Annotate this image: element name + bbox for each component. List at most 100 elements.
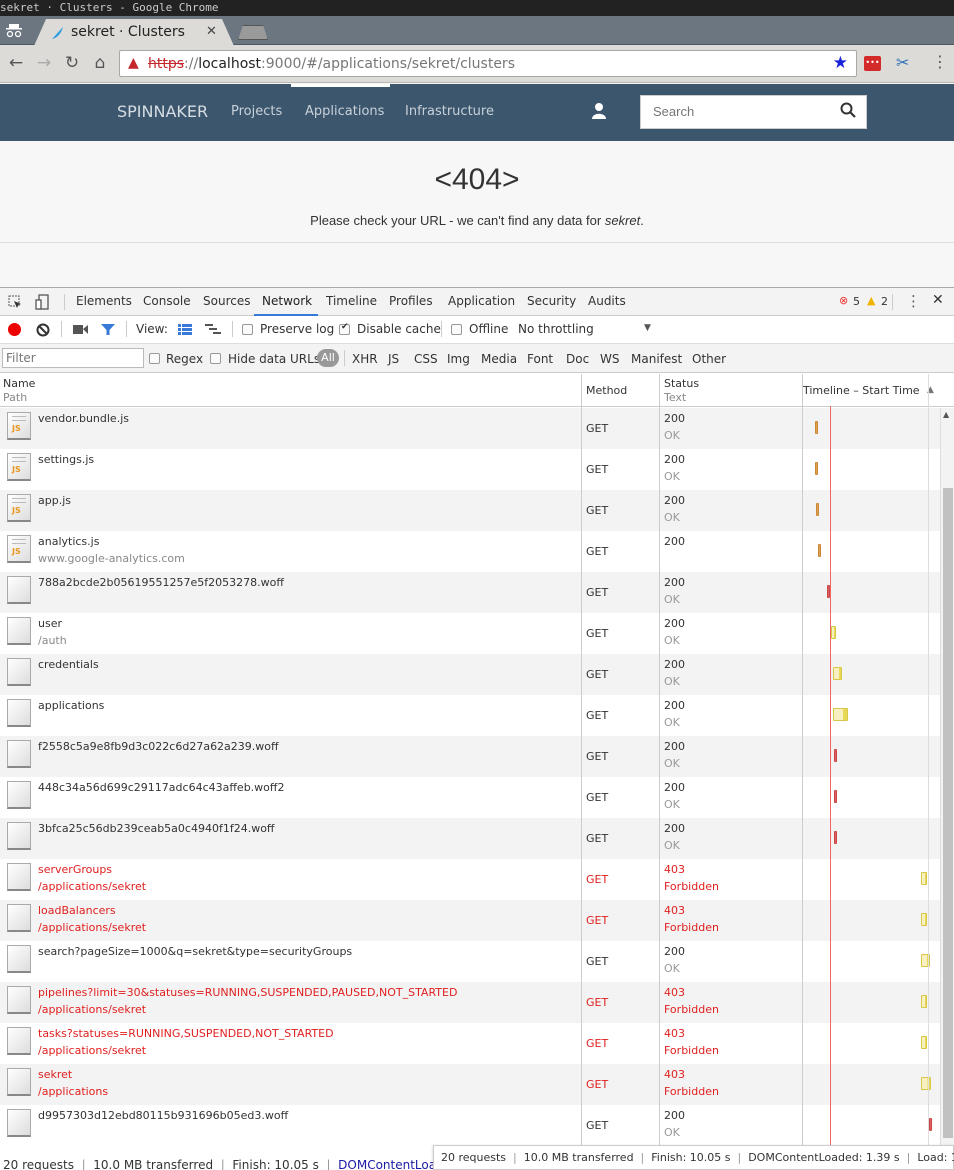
- devtools-tab-application[interactable]: Application: [448, 294, 515, 308]
- scroll-up-icon[interactable]: ▲: [943, 410, 949, 419]
- js-file-icon: JS: [7, 494, 31, 522]
- request-row[interactable]: JS app.js GET 200 OK: [0, 490, 940, 531]
- error-count[interactable]: 5: [853, 295, 860, 308]
- devtools-tab-timeline[interactable]: Timeline: [326, 294, 377, 308]
- request-row[interactable]: 448c34a56d699c29117adc64c43affeb.woff2 GE…: [0, 777, 940, 818]
- separator: [232, 321, 233, 337]
- home-icon[interactable]: ⌂: [90, 53, 110, 73]
- chrome-menu-icon[interactable]: ⋮: [932, 52, 948, 71]
- col-timeline-header[interactable]: Timeline – Start Time: [803, 384, 920, 397]
- devtools-tab-elements[interactable]: Elements: [76, 294, 132, 308]
- regex-checkbox[interactable]: [149, 353, 160, 364]
- throttling-select[interactable]: No throttling: [518, 322, 594, 336]
- scrollbar-thumb[interactable]: [943, 488, 953, 1138]
- request-row[interactable]: JS analytics.js www.google-analytics.com GE…: [0, 531, 940, 572]
- devtools-tab-sources[interactable]: Sources: [203, 294, 250, 308]
- request-row[interactable]: tasks?statuses=RUNNING,SUSPENDED,NOT_STA…: [0, 1023, 940, 1064]
- bookmark-star-icon[interactable]: ★: [833, 53, 848, 73]
- col-name-header[interactable]: Name: [3, 377, 35, 390]
- browser-tab-active[interactable]: sekret · Clusters ✕: [34, 19, 234, 46]
- request-row[interactable]: credentials GET 200 OK: [0, 654, 940, 695]
- new-tab-button[interactable]: [238, 25, 268, 40]
- device-toolbar-icon[interactable]: [35, 294, 49, 310]
- devtools-tab-audits[interactable]: Audits: [588, 294, 626, 308]
- reload-icon[interactable]: ↻: [62, 53, 82, 73]
- offline-label[interactable]: Offline: [469, 322, 508, 336]
- filter-type-font[interactable]: Font: [527, 352, 553, 366]
- request-row[interactable]: d9957303d12ebd80115b931696b05ed3.woff GET…: [0, 1105, 940, 1146]
- offline-checkbox[interactable]: [451, 324, 462, 335]
- nav-projects[interactable]: Projects: [231, 104, 282, 119]
- preserve-log-checkbox[interactable]: [242, 324, 253, 335]
- close-devtools-icon[interactable]: ✕: [932, 292, 944, 308]
- spinnaker-logo[interactable]: SPINNAKER: [117, 102, 208, 121]
- col-path-header[interactable]: Path: [3, 391, 27, 404]
- request-row[interactable]: 3bfca25c56db239ceab5a0c4940f1f24.woff GET…: [0, 818, 940, 859]
- record-icon[interactable]: [8, 323, 21, 336]
- preserve-log-label[interactable]: Preserve log: [260, 322, 334, 336]
- nav-applications[interactable]: Applications: [305, 104, 384, 119]
- filter-input[interactable]: [2, 348, 144, 368]
- hide-data-urls-checkbox[interactable]: [210, 353, 221, 364]
- request-row[interactable]: JS vendor.bundle.js GET 200 OK: [0, 408, 940, 449]
- filter-type-media[interactable]: Media: [481, 352, 517, 366]
- request-row[interactable]: JS settings.js GET 200 OK: [0, 449, 940, 490]
- filter-type-other[interactable]: Other: [692, 352, 726, 366]
- col-method-header[interactable]: Method: [586, 384, 627, 397]
- filter-type-css[interactable]: CSS: [414, 352, 438, 366]
- search-input[interactable]: [653, 104, 833, 119]
- back-icon[interactable]: ←: [6, 53, 26, 73]
- col-text-header[interactable]: Text: [664, 391, 686, 404]
- lastpass-extension-icon[interactable]: •••: [864, 56, 881, 71]
- scissors-extension-icon[interactable]: ✂: [896, 53, 909, 72]
- request-row[interactable]: user/auth GET 200 OK: [0, 613, 940, 654]
- throttling-dropdown-icon[interactable]: ▼: [644, 323, 651, 333]
- col-status-header[interactable]: Status: [664, 377, 699, 390]
- nav-infrastructure[interactable]: Infrastructure: [405, 104, 494, 119]
- devtools-tab-security[interactable]: Security: [527, 294, 576, 308]
- large-rows-icon[interactable]: [178, 324, 192, 335]
- address-bar[interactable]: ▲ https://localhost:9000/#/applications/…: [119, 50, 857, 77]
- devtools-tab-console[interactable]: Console: [143, 294, 191, 308]
- request-row[interactable]: pipelines?limit=30&statuses=RUNNING,SUSP…: [0, 982, 940, 1023]
- user-icon[interactable]: [590, 102, 608, 120]
- request-row[interactable]: 788a2bcde2b05619551257e5f2053278.woff GET…: [0, 572, 940, 613]
- filter-type-all[interactable]: All: [317, 349, 339, 367]
- warning-count[interactable]: 2: [881, 295, 888, 308]
- filter-type-manifest[interactable]: Manifest: [631, 352, 682, 366]
- filter-icon[interactable]: [101, 324, 115, 336]
- forward-icon[interactable]: →: [34, 53, 54, 73]
- devtools-menu-icon[interactable]: ⋮: [906, 292, 921, 310]
- regex-label[interactable]: Regex: [166, 352, 203, 366]
- filter-type-xhr[interactable]: XHR: [352, 352, 378, 366]
- devtools-tab-network[interactable]: Network: [262, 294, 312, 308]
- timeline-bar: [833, 667, 842, 680]
- request-row[interactable]: loadBalancers/applications/sekret GET 403 F…: [0, 900, 940, 941]
- request-row[interactable]: applications GET 200 OK: [0, 695, 940, 736]
- capture-screenshots-icon[interactable]: [73, 324, 88, 335]
- filter-type-ws[interactable]: WS: [600, 352, 619, 366]
- filter-type-img[interactable]: Img: [447, 352, 470, 366]
- overview-icon[interactable]: [205, 324, 221, 335]
- inspect-element-icon[interactable]: [8, 295, 22, 309]
- request-row[interactable]: search?pageSize=1000&q=sekret&type=secur…: [0, 941, 940, 982]
- request-row[interactable]: f2558c5a9e8fb9d3c022c6d27a62a239.woff GET…: [0, 736, 940, 777]
- request-row[interactable]: serverGroups/applications/sekret GET 403 Fo…: [0, 859, 940, 900]
- filter-type-doc[interactable]: Doc: [566, 352, 589, 366]
- insecure-warning-icon[interactable]: ▲: [128, 55, 139, 71]
- request-method: GET: [586, 463, 609, 476]
- filter-type-js[interactable]: JS: [388, 352, 399, 366]
- search-box[interactable]: [640, 95, 867, 129]
- disable-cache-checkbox[interactable]: [339, 322, 350, 335]
- error-count-icon[interactable]: ⊗: [839, 294, 848, 307]
- warning-count-icon[interactable]: ▲: [867, 294, 875, 307]
- disable-cache-label[interactable]: Disable cache: [357, 322, 441, 336]
- clear-icon[interactable]: [36, 323, 50, 337]
- devtools-tab-profiles[interactable]: Profiles: [389, 294, 433, 308]
- error-content: <404> Please check your URL - we can't f…: [0, 141, 954, 286]
- tab-close-icon[interactable]: ✕: [206, 24, 217, 39]
- hide-data-urls-label[interactable]: Hide data URLs: [228, 352, 320, 366]
- search-icon[interactable]: [840, 102, 856, 122]
- request-row[interactable]: sekret/applications GET 403 Forbidden: [0, 1064, 940, 1105]
- status-code: 200: [664, 617, 685, 630]
